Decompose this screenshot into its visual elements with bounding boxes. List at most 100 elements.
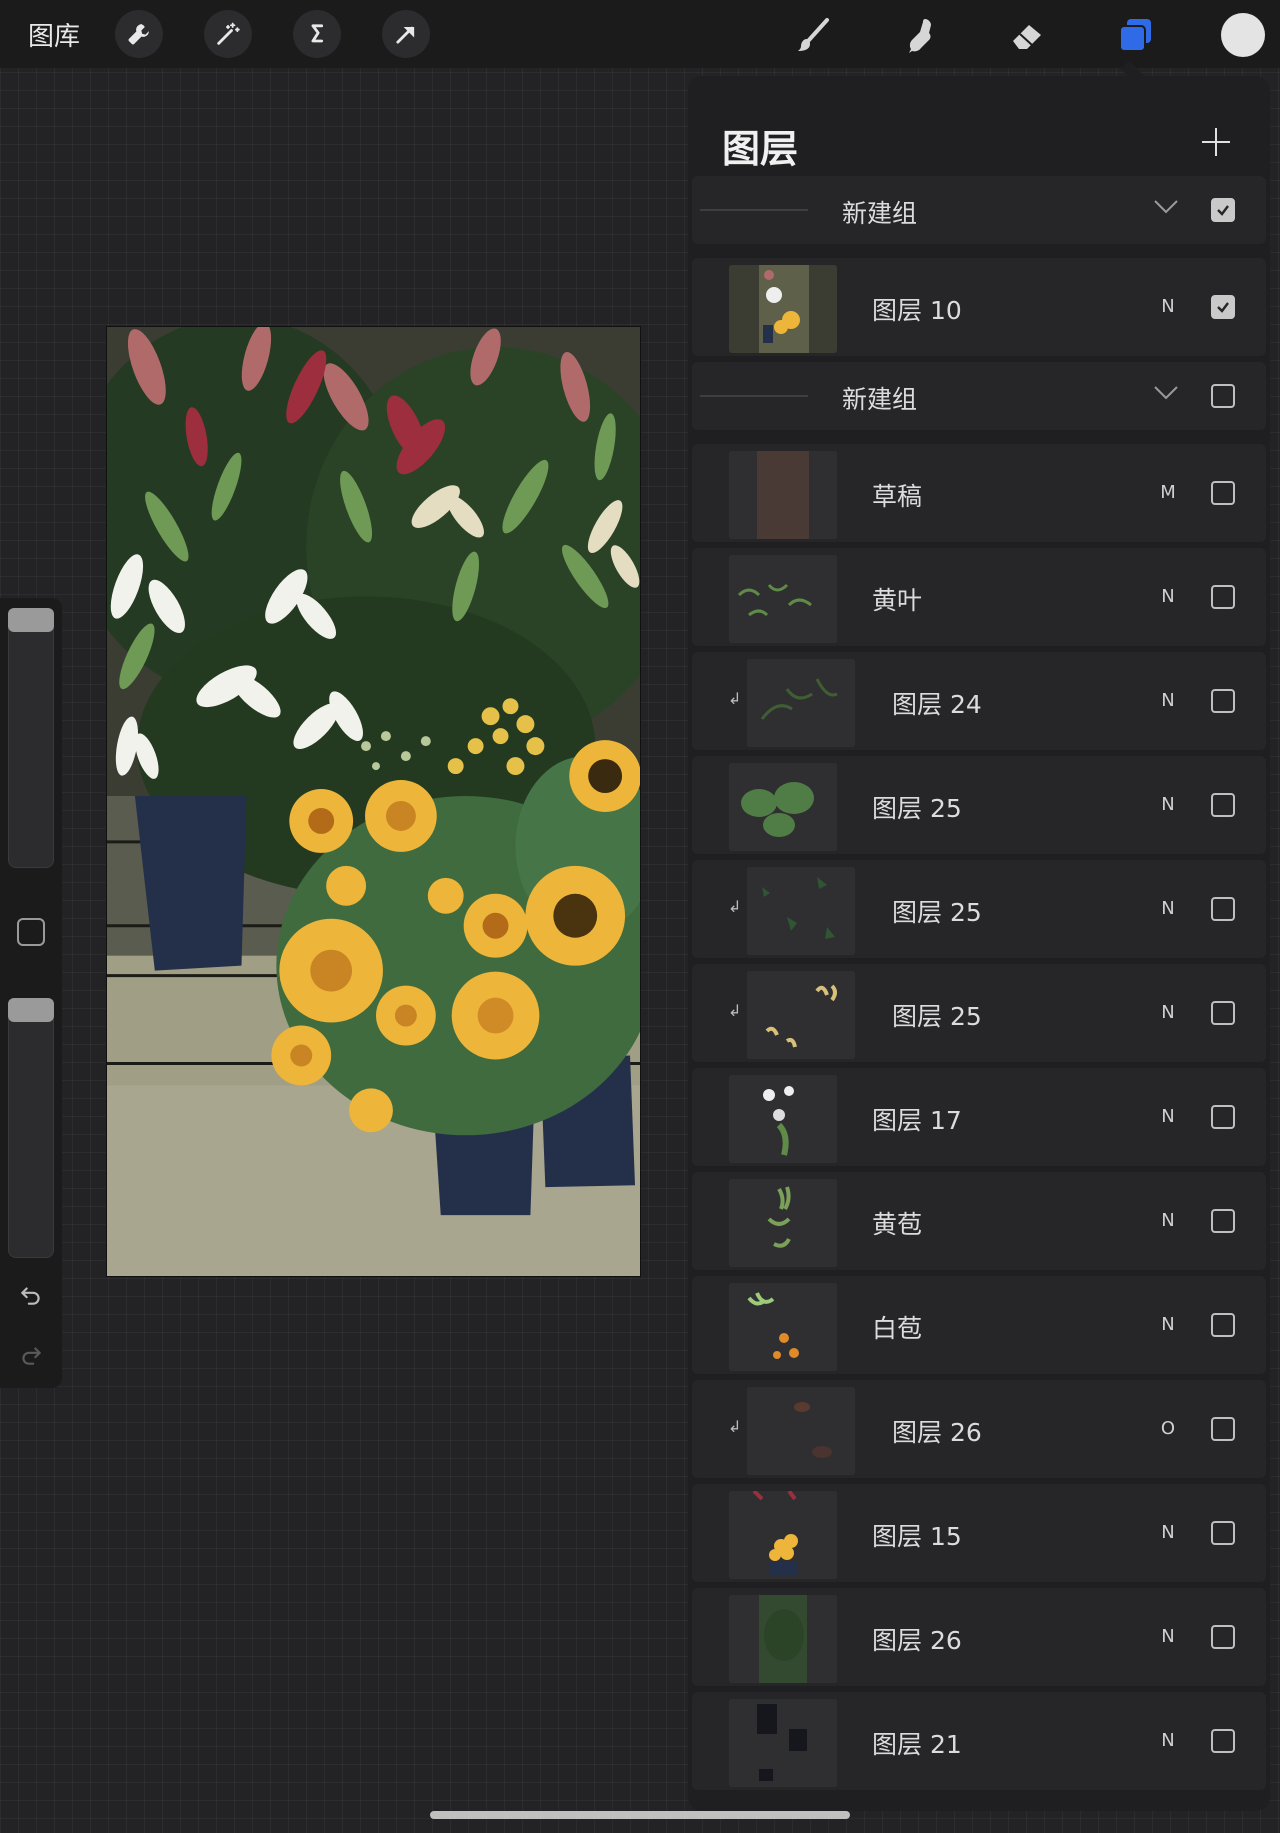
- visibility-checkbox[interactable]: [1211, 1105, 1235, 1129]
- visibility-checkbox[interactable]: [1211, 1625, 1235, 1649]
- layer-thumbnail[interactable]: [729, 763, 837, 851]
- layer-row[interactable]: 图层 17 N: [692, 1068, 1266, 1166]
- wrench-icon[interactable]: [115, 10, 163, 58]
- gallery-button[interactable]: 图库: [28, 16, 80, 53]
- layer-row[interactable]: 图层 26 N: [692, 1588, 1266, 1686]
- visibility-checkbox[interactable]: [1211, 1209, 1235, 1233]
- layer-thumbnail[interactable]: [729, 1179, 837, 1267]
- undo-icon[interactable]: [16, 1280, 46, 1310]
- blend-mode-button[interactable]: M: [1158, 482, 1178, 503]
- blend-mode-button[interactable]: N: [1158, 586, 1178, 607]
- clipping-mask-icon: ↲: [728, 1417, 742, 1436]
- layer-row[interactable]: 图层 21 N: [692, 1692, 1266, 1790]
- visibility-checkbox[interactable]: [1211, 1729, 1235, 1753]
- opacity-slider[interactable]: [8, 998, 54, 1258]
- visibility-checkbox[interactable]: [1211, 897, 1235, 921]
- layer-name: 图层 26: [872, 1626, 962, 1655]
- layer-group-row[interactable]: 新建组: [692, 176, 1266, 244]
- layer-row[interactable]: ↲ 图层 25 N: [692, 964, 1266, 1062]
- layer-thumbnail[interactable]: [747, 971, 855, 1059]
- chevron-down-icon[interactable]: [1153, 384, 1179, 402]
- magic-wand-icon[interactable]: [204, 10, 252, 58]
- check-icon: [1217, 205, 1229, 216]
- clipping-mask-icon: ↲: [728, 689, 742, 708]
- layer-name: 图层 25: [892, 898, 982, 927]
- layers-panel-title: 图层: [722, 127, 799, 171]
- layer-row[interactable]: 黄苞 N: [692, 1172, 1266, 1270]
- blend-mode-button[interactable]: N: [1158, 296, 1178, 317]
- visibility-checkbox[interactable]: [1211, 585, 1235, 609]
- layer-thumbnail[interactable]: [729, 1283, 837, 1371]
- layer-name: 图层 25: [892, 1002, 982, 1031]
- eraser-icon[interactable]: [1004, 12, 1050, 58]
- layer-thumbnail[interactable]: [729, 1699, 837, 1787]
- layer-row[interactable]: ↲ 图层 26 O: [692, 1380, 1266, 1478]
- chevron-down-icon[interactable]: [1153, 198, 1179, 216]
- layer-row[interactable]: ↲ 图层 24 N: [692, 652, 1266, 750]
- layer-name: 草稿: [872, 482, 923, 511]
- blend-mode-button[interactable]: O: [1158, 1418, 1178, 1439]
- brush-size-slider[interactable]: [8, 608, 54, 868]
- blend-mode-button[interactable]: N: [1158, 1522, 1178, 1543]
- opacity-slider-thumb[interactable]: [8, 998, 54, 1022]
- blend-mode-button[interactable]: N: [1158, 794, 1178, 815]
- clipping-mask-icon: ↲: [728, 1001, 742, 1020]
- layer-thumbnail[interactable]: [729, 451, 837, 539]
- visibility-checkbox[interactable]: [1211, 689, 1235, 713]
- color-picker-swatch[interactable]: [1221, 13, 1265, 57]
- blend-mode-button[interactable]: N: [1158, 1210, 1178, 1231]
- brush-size-slider-thumb[interactable]: [8, 608, 54, 632]
- check-icon: [1217, 302, 1229, 313]
- visibility-checkbox[interactable]: [1211, 1417, 1235, 1441]
- layer-row[interactable]: 黄叶 N: [692, 548, 1266, 646]
- blend-mode-button[interactable]: N: [1158, 1730, 1178, 1751]
- visibility-checkbox[interactable]: [1211, 481, 1235, 505]
- visibility-checkbox[interactable]: [1211, 1521, 1235, 1545]
- layer-thumbnail[interactable]: [747, 1387, 855, 1475]
- layer-thumbnail[interactable]: [729, 1595, 837, 1683]
- blend-mode-button[interactable]: N: [1158, 898, 1178, 919]
- visibility-checkbox[interactable]: [1211, 1001, 1235, 1025]
- add-layer-icon[interactable]: [1200, 126, 1232, 158]
- visibility-checkbox[interactable]: [1211, 295, 1235, 319]
- clipping-mask-icon: ↲: [728, 897, 742, 916]
- layer-row[interactable]: 图层 15 N: [692, 1484, 1266, 1582]
- drawing-canvas[interactable]: [106, 326, 641, 1277]
- layers-icon[interactable]: [1112, 12, 1158, 58]
- layer-name: 图层 15: [872, 1522, 962, 1551]
- redo-icon[interactable]: [16, 1340, 46, 1370]
- visibility-checkbox[interactable]: [1211, 793, 1235, 817]
- layer-row[interactable]: 图层 10 N: [692, 258, 1266, 356]
- modify-button[interactable]: [17, 918, 45, 946]
- layer-thumbnail[interactable]: [729, 1075, 837, 1163]
- layer-group-row[interactable]: 新建组: [692, 362, 1266, 430]
- layer-thumbnail[interactable]: [729, 1491, 837, 1579]
- layer-name: 图层 26: [892, 1418, 982, 1447]
- visibility-checkbox[interactable]: [1211, 198, 1235, 222]
- brush-icon[interactable]: [790, 12, 836, 58]
- layer-row[interactable]: 白苞 N: [692, 1276, 1266, 1374]
- group-divider: [700, 209, 808, 211]
- layer-name: 黄叶: [872, 586, 923, 615]
- layer-thumbnail[interactable]: [747, 659, 855, 747]
- top-toolbar: 图库: [0, 0, 1280, 68]
- group-name: 新建组: [842, 199, 918, 228]
- selection-s-icon[interactable]: [293, 10, 341, 58]
- blend-mode-button[interactable]: N: [1158, 1314, 1178, 1335]
- layer-row[interactable]: 草稿 M: [692, 444, 1266, 542]
- layer-row[interactable]: ↲ 图层 25 N: [692, 860, 1266, 958]
- layer-name: 图层 10: [872, 296, 962, 325]
- blend-mode-button[interactable]: N: [1158, 1106, 1178, 1127]
- smudge-icon[interactable]: [898, 12, 944, 58]
- visibility-checkbox[interactable]: [1211, 384, 1235, 408]
- blend-mode-button[interactable]: N: [1158, 1626, 1178, 1647]
- layer-thumbnail[interactable]: [747, 867, 855, 955]
- blend-mode-button[interactable]: N: [1158, 1002, 1178, 1023]
- layer-name: 白苞: [872, 1314, 923, 1343]
- visibility-checkbox[interactable]: [1211, 1313, 1235, 1337]
- layer-row[interactable]: 图层 25 N: [692, 756, 1266, 854]
- arrow-icon[interactable]: [382, 10, 430, 58]
- layer-thumbnail[interactable]: [729, 265, 837, 353]
- layer-thumbnail[interactable]: [729, 555, 837, 643]
- blend-mode-button[interactable]: N: [1158, 690, 1178, 711]
